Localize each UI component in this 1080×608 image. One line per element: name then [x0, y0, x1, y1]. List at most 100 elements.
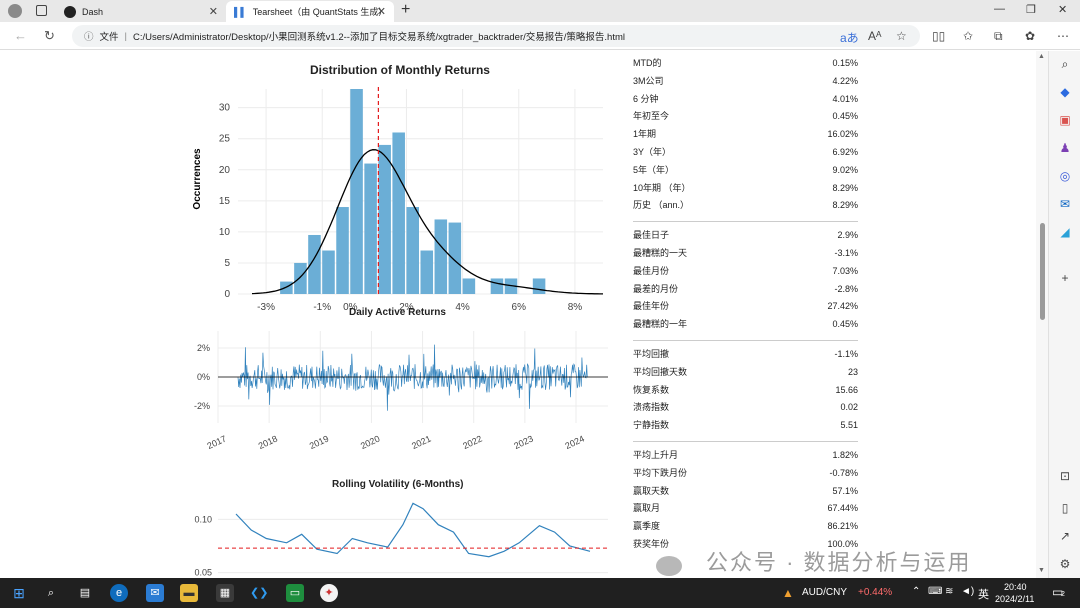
x-tick-label: 2018	[257, 434, 279, 452]
y-tick-label: 20	[219, 165, 231, 176]
add-icon[interactable]: +	[1058, 271, 1072, 285]
edge-sidebar: ⌕ ◆ ▣ ♟ ◎ ✉ ◢ + ⊡ ▯ ↗ ⚙	[1048, 51, 1080, 578]
url-field[interactable]: ⓘ 文件 | C:/Users/Administrator/Desktop/小果…	[72, 25, 920, 47]
divider	[633, 339, 858, 341]
metric-value: 5.51	[840, 420, 858, 431]
translate-icon[interactable]: aあ	[840, 29, 859, 46]
metric-row: 平均回撤天数 23	[633, 364, 858, 382]
metric-row: 10年期 （年） 8.29%	[633, 180, 858, 198]
search-icon[interactable]: ⌕	[1058, 57, 1072, 71]
input-indicator-icon[interactable]: ⌨	[928, 586, 942, 597]
page-scrollbar[interactable]: ▲ ▼	[1036, 51, 1048, 578]
back-icon[interactable]: ←	[14, 28, 27, 43]
metric-label: 1年期	[633, 129, 657, 140]
external-link-icon[interactable]: ↗	[1058, 529, 1072, 543]
profile-avatar[interactable]	[8, 4, 22, 18]
metric-value: 0.45%	[832, 111, 858, 122]
scroll-down-icon[interactable]: ▼	[1038, 567, 1045, 574]
terminal-icon[interactable]: ▭	[286, 584, 304, 602]
metric-row: 最佳日子 2.9%	[633, 227, 858, 245]
ticker-change: +0.44%	[858, 587, 893, 598]
tab-dash[interactable]: Dash ✕	[56, 1, 226, 22]
network-icon[interactable]: ≋	[945, 586, 953, 597]
metric-label: 赢取天数	[633, 485, 670, 496]
metric-value: 7.03%	[832, 265, 858, 276]
histogram-bar	[532, 278, 546, 294]
metric-value: 0.45%	[832, 319, 858, 330]
x-tick-label: -1%	[313, 302, 331, 313]
close-icon[interactable]: ✕	[377, 5, 386, 18]
screenshot-icon[interactable]: ⊡	[1058, 469, 1072, 483]
app-icon[interactable]: ✦	[320, 584, 338, 602]
metric-label: 历史 （ann.）	[633, 200, 690, 211]
metric-label: 平均回撤天数	[633, 366, 688, 377]
metric-row: 最糟糕的一年 0.45%	[633, 316, 858, 334]
metric-label: 宁静指数	[633, 420, 670, 431]
scroll-up-icon[interactable]: ▲	[1038, 53, 1045, 60]
metric-value: 9.02%	[832, 164, 858, 175]
office-icon[interactable]: ◎	[1058, 169, 1072, 183]
shopping-icon[interactable]: ◆	[1058, 85, 1072, 99]
address-bar: ← ↻ ⓘ 文件 | C:/Users/Administrator/Deskto…	[0, 22, 1080, 50]
close-icon[interactable]: ✕	[209, 5, 218, 18]
metric-label: 最糟糕的一年	[633, 319, 688, 330]
mail-icon[interactable]: ✉	[146, 584, 164, 602]
store-icon[interactable]: ▦	[216, 584, 234, 602]
scrollbar-thumb[interactable]	[1040, 223, 1045, 320]
ime-label[interactable]: 英	[978, 586, 989, 602]
metric-row: 赢取天数 57.1%	[633, 483, 858, 501]
windows-start-icon[interactable]: ⊞	[10, 584, 28, 602]
metric-label: 最佳月份	[633, 265, 670, 276]
settings-gear-icon[interactable]: ⚙	[1058, 557, 1072, 571]
tray-chevron-icon[interactable]: ⌃	[912, 586, 920, 597]
edge-taskbar-icon[interactable]: e	[110, 584, 128, 602]
y-tick-label: 30	[219, 103, 231, 114]
metric-label: 年初至今	[633, 111, 670, 122]
extensions-icon[interactable]: ✿	[1025, 29, 1035, 43]
rolling-vol-chart: 0.10 0.05	[194, 502, 608, 578]
window-close-icon[interactable]: ✕	[1058, 3, 1067, 16]
metric-value: 16.02%	[827, 129, 858, 140]
daily-returns-chart: 2% 0% -2% 2017 2018 2019 2020 2021 2022 2023 2024	[194, 331, 608, 452]
vscode-icon[interactable]: ❮❯	[250, 584, 268, 602]
metric-value: -0.78%	[829, 467, 858, 478]
restore-icon[interactable]: ❐	[1026, 3, 1036, 16]
split-screen-icon[interactable]: ▯▯	[932, 29, 945, 43]
volume-icon[interactable]: ◄)	[961, 586, 974, 597]
favorites-icon[interactable]: ✩	[963, 29, 973, 43]
x-tick-label: 6%	[512, 302, 527, 313]
dash-favicon-icon	[64, 5, 76, 18]
file-explorer-icon[interactable]: ▬	[180, 584, 198, 602]
minimize-icon[interactable]: —	[994, 3, 1005, 15]
metric-value: 2.9%	[837, 230, 858, 241]
more-menu-icon[interactable]: ⋯	[1057, 29, 1069, 43]
tools-icon[interactable]: ▣	[1058, 113, 1072, 127]
sidebar-toggle-icon[interactable]: ▯	[1058, 501, 1072, 515]
task-view-icon[interactable]: ▤	[76, 584, 94, 602]
x-tick-label: 2023	[512, 434, 534, 452]
metric-label: 最糟糕的一天	[633, 247, 688, 258]
tab-actions-icon[interactable]	[36, 5, 47, 16]
new-tab-button[interactable]: +	[401, 1, 410, 19]
drop-icon[interactable]: ◢	[1058, 225, 1072, 239]
games-icon[interactable]: ♟	[1058, 141, 1072, 155]
search-icon[interactable]: ⌕	[42, 584, 60, 602]
ticker-label[interactable]: AUD/CNY	[802, 587, 847, 598]
collections-icon[interactable]: ⧉	[994, 29, 1003, 44]
read-aloud-icon[interactable]: Aᴬ	[868, 29, 881, 43]
clock-time[interactable]: 20:40	[1004, 582, 1027, 592]
outlook-icon[interactable]: ✉	[1058, 197, 1072, 211]
metric-row: MTD的 0.15%	[633, 55, 858, 73]
histogram-bar	[378, 144, 391, 294]
refresh-icon[interactable]: ↻	[44, 28, 55, 44]
tab-tearsheet[interactable]: ▌▌ Tearsheet（由 QuantStats 生成） ✕	[226, 1, 394, 22]
clock-date[interactable]: 2024/2/11	[995, 594, 1034, 604]
x-tick-label: -3%	[257, 302, 275, 313]
metric-row: 最佳月份 7.03%	[633, 263, 858, 281]
metric-row: 平均上升月 1.82%	[633, 447, 858, 465]
metrics-group-win-rates: 平均上升月 1.82% 平均下跌月份 -0.78% 赢取天数 57.1% 赢取月 67.44%…	[633, 447, 858, 554]
metric-row: 最糟糕的一天 -3.1%	[633, 245, 858, 263]
histogram-bar	[406, 207, 419, 294]
favorite-star-icon[interactable]: ☆	[896, 29, 907, 43]
metric-label: 最差的月份	[633, 283, 679, 294]
